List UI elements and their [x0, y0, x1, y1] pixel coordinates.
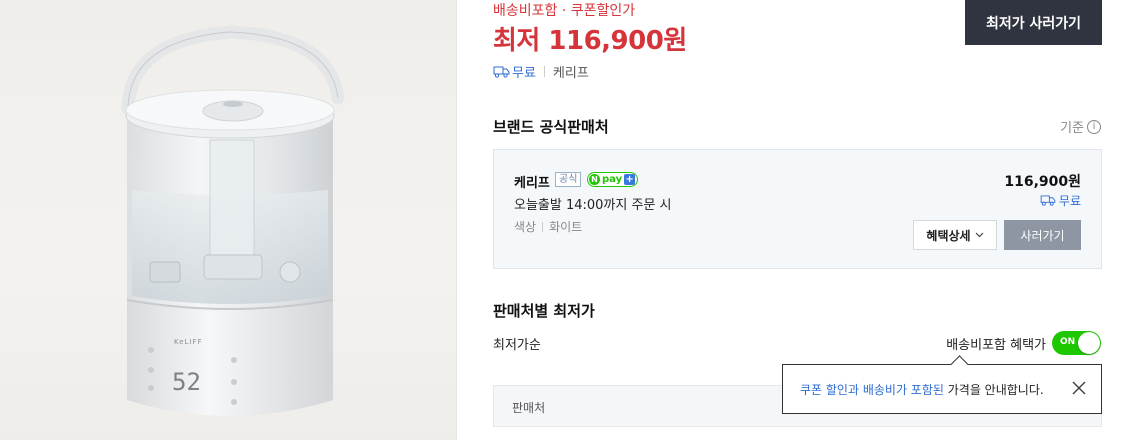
- buy-button[interactable]: 사러가기: [1004, 220, 1081, 250]
- brand-section-title: 브랜드 공식판매처: [493, 118, 609, 136]
- tooltip-text: 쿠폰 할인과 배송비가 포함된 가격을 안내합니다.: [800, 381, 1044, 398]
- shipping-info: 무료 케리프: [493, 62, 589, 81]
- official-badge: 공식: [555, 172, 582, 187]
- tooltip-highlight: 쿠폰 할인과 배송비가 포함된: [800, 382, 944, 397]
- shipping-included-toggle[interactable]: ON: [1052, 331, 1101, 355]
- card-shipping-label: 무료: [1058, 194, 1081, 208]
- npay-n-icon: N: [589, 174, 600, 185]
- price-prefix: 최저: [493, 26, 540, 56]
- truck-icon: [1040, 195, 1056, 206]
- truck-icon: [493, 66, 510, 78]
- price-value: 116,900원: [548, 26, 687, 56]
- close-icon[interactable]: [1071, 380, 1087, 396]
- display-digits: 52: [172, 368, 201, 396]
- humidifier-illustration: KeLIFF 52: [121, 25, 345, 416]
- card-seller-name[interactable]: 케리프: [514, 172, 550, 191]
- toggle-state: ON: [1060, 337, 1076, 347]
- price-info-tooltip: 쿠폰 할인과 배송비가 포함된 가격을 안내합니다.: [782, 364, 1102, 414]
- delivery-text: 오늘출발 14:00까지 주문 시: [514, 198, 672, 213]
- tooltip-rest: 가격을 안내합니다.: [943, 382, 1044, 397]
- toggle-knob: [1078, 332, 1100, 354]
- npay-text: pay: [602, 174, 623, 185]
- option-value: 화이트: [549, 220, 583, 234]
- official-seller-card: 케리프 공식 N pay + 오늘출발 14:00까지 주문 시 색상 화이트 …: [493, 149, 1102, 269]
- shipping-included-toggle-row: 배송비포함 혜택가 ON: [946, 331, 1101, 355]
- info-icon[interactable]: i: [1087, 119, 1101, 134]
- option-info: 색상 화이트: [514, 218, 582, 235]
- card-shipping: 무료: [1040, 192, 1081, 209]
- sort-option[interactable]: 최저가순: [493, 334, 541, 353]
- shipping-free-label: 무료: [512, 66, 536, 81]
- lowest-price: 최저 116,900원: [493, 20, 687, 57]
- benefit-detail-button[interactable]: 혜택상세: [913, 220, 997, 250]
- seller-column-header: 판매처: [512, 401, 546, 415]
- promo-text: 배송비포함 · 쿠폰할인가: [493, 3, 636, 19]
- benefit-detail-label: 혜택상세: [926, 228, 971, 243]
- npay-plus-badge: N pay +: [587, 172, 639, 187]
- option-label: 색상: [514, 220, 537, 234]
- toggle-label: 배송비포함 혜택가: [946, 337, 1046, 353]
- card-price: 116,900원: [1004, 174, 1081, 190]
- chevron-down-icon: [975, 232, 984, 238]
- product-page: KeLIFF 52 배송비포함 · 쿠폰할인가 최저 116,900원 무료 케…: [0, 0, 1124, 440]
- divider: [543, 66, 545, 77]
- plus-icon: +: [624, 174, 636, 185]
- basis-info[interactable]: 기준 i: [1060, 117, 1101, 136]
- product-image: KeLIFF 52: [0, 0, 457, 440]
- basis-label: 기준: [1060, 121, 1084, 136]
- divider: [542, 221, 544, 232]
- seller-name: 케리프: [552, 66, 589, 81]
- brand-logo: KeLIFF: [174, 338, 203, 346]
- seller-price-section-title: 판매처별 최저가: [493, 302, 595, 320]
- lowest-price-buy-button[interactable]: 최저가 사러가기: [965, 0, 1102, 45]
